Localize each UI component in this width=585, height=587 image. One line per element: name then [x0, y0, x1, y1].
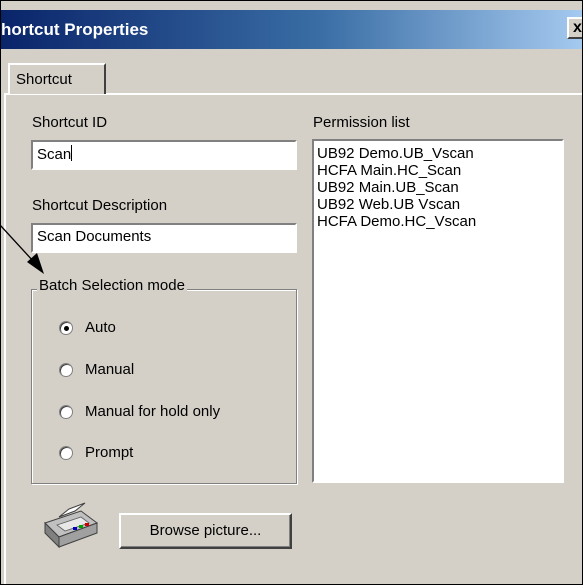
shortcut-id-field[interactable]: Scan: [31, 140, 297, 170]
text-caret: [71, 145, 73, 161]
list-item[interactable]: HCFA Demo.HC_Vscan: [317, 213, 562, 230]
permission-list-label: Permission list: [313, 114, 410, 131]
shortcut-id-label: Shortcut ID: [32, 114, 108, 131]
printer-icon: [44, 502, 99, 549]
radio-manual-hold-label: Manual for hold only: [85, 403, 221, 420]
browse-picture-label: Browse picture...: [149, 522, 262, 539]
title-bar[interactable]: hortcut Properties x: [1, 10, 582, 49]
radio-button[interactable]: [59, 446, 73, 460]
window-title: hortcut Properties: [1, 20, 149, 39]
radio-button[interactable]: [59, 405, 73, 419]
close-button[interactable]: x: [567, 17, 582, 39]
list-item[interactable]: HCFA Main.HC_Scan: [317, 162, 562, 179]
batch-selection-legend: Batch Selection mode: [37, 277, 187, 294]
tab-shortcut[interactable]: Shortcut: [8, 63, 106, 94]
browse-picture-button[interactable]: Browse picture...: [119, 513, 292, 549]
shortcut-description-value: Scan Documents: [37, 228, 152, 245]
permission-listbox[interactable]: UB92 Demo.UB_Vscan HCFA Main.HC_Scan UB9…: [312, 139, 564, 483]
list-item[interactable]: UB92 Web.UB Vscan: [317, 196, 562, 213]
shortcut-description-label: Shortcut Description: [32, 197, 168, 214]
close-icon: x: [573, 19, 582, 36]
dialog-window: hortcut Properties x Shortcut Shortcut I…: [0, 0, 583, 585]
top-strip: [1, 1, 582, 10]
list-item[interactable]: UB92 Main.UB_Scan: [317, 179, 562, 196]
tab-shortcut-label: Shortcut: [16, 71, 72, 88]
radio-prompt-label: Prompt: [85, 444, 134, 461]
shortcut-description-field[interactable]: Scan Documents: [31, 223, 297, 253]
radio-button-checked[interactable]: [59, 321, 73, 335]
radio-manual-label: Manual: [85, 361, 135, 378]
radio-button[interactable]: [59, 363, 73, 377]
radio-auto-label: Auto: [85, 319, 116, 336]
list-item[interactable]: UB92 Demo.UB_Vscan: [317, 145, 562, 162]
shortcut-id-value: Scan: [37, 146, 72, 163]
